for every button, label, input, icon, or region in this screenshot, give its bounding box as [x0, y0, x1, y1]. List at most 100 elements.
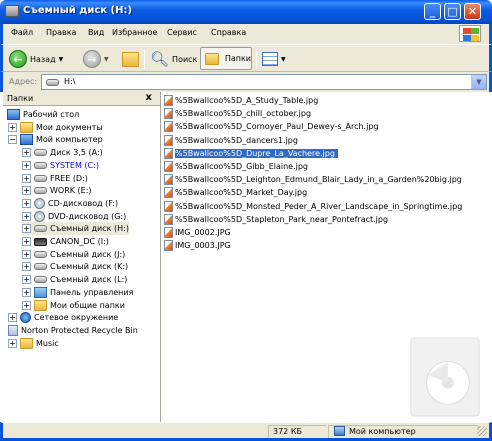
tree-item[interactable]: + Мои общие папки — [22, 299, 125, 312]
up-folder-button[interactable] — [122, 48, 142, 70]
address-field[interactable]: H:\ ▼ — [41, 74, 487, 90]
collapse-icon[interactable]: − — [8, 135, 17, 145]
minimize-button[interactable]: _ — [424, 3, 441, 20]
removable-drive-icon — [34, 276, 47, 284]
tree-item[interactable]: + DVD-дисковод (G:) — [22, 210, 126, 223]
tree-item[interactable]: + Панель управления — [22, 286, 133, 299]
expand-icon[interactable]: + — [22, 148, 31, 158]
tree-item[interactable]: Norton Protected Recycle Bin — [8, 324, 138, 337]
views-button[interactable]: ▼ — [262, 48, 286, 70]
menu-help[interactable]: Справка — [211, 28, 246, 37]
menu-tools[interactable]: Сервис — [167, 28, 197, 37]
expand-icon[interactable]: + — [22, 186, 31, 196]
file-item[interactable]: IMG_0003.JPG — [164, 239, 231, 252]
tree-item[interactable]: + CD-дисковод (F:) — [22, 197, 118, 210]
folder-icon — [205, 52, 219, 65]
file-item[interactable]: %5Bwallcoo%5D_Market_Day.jpg — [164, 186, 307, 199]
expand-icon[interactable]: + — [8, 338, 17, 348]
tree-item[interactable]: + SYSTEM (C:) — [22, 159, 99, 172]
expand-icon[interactable]: + — [22, 173, 31, 183]
removable-drive-icon — [34, 225, 47, 233]
file-item[interactable]: IMG_0002.JPG — [164, 226, 231, 239]
tree-item[interactable]: + Диск 3,5 (A:) — [22, 146, 103, 159]
tree-item-label: Диск 3,5 (A:) — [50, 148, 103, 158]
recycle-bin-icon — [8, 324, 18, 336]
back-button[interactable]: ← Назад ▼ — [9, 48, 63, 70]
forward-button[interactable]: → ▼ — [83, 48, 109, 70]
file-name: %5Bwallcoo%5D_Cornoyer_Paul_Dewey-s_Arch… — [175, 122, 379, 132]
tree-item[interactable]: + CANON_DC (I:) — [22, 235, 109, 248]
address-dropdown-button[interactable]: ▼ — [471, 75, 486, 89]
expand-icon[interactable]: + — [22, 262, 31, 272]
image-file-icon — [164, 147, 173, 159]
maximize-button[interactable]: □ — [444, 3, 461, 20]
expand-icon[interactable]: + — [22, 211, 31, 221]
image-file-icon — [164, 108, 173, 120]
expand-icon[interactable]: + — [8, 313, 17, 323]
tree-item-label: CANON_DC (I:) — [50, 237, 109, 246]
tree-item[interactable]: + Съемный диск (L:) — [22, 273, 127, 286]
expand-icon[interactable]: + — [22, 160, 31, 170]
expand-icon[interactable]: + — [22, 249, 31, 259]
removable-drive-icon — [34, 263, 47, 271]
file-name: %5Bwallcoo%5D_A_Study_Table.jpg — [175, 96, 319, 105]
expand-icon[interactable]: + — [22, 287, 31, 297]
file-name: %5Bwallcoo%5D_Gibb_Elaine.jpg — [175, 162, 309, 171]
removable-drive-icon — [46, 79, 59, 86]
drive-icon — [5, 5, 19, 17]
tree-item-label: FREE (D:) — [50, 173, 88, 183]
file-item[interactable]: %5Bwallcoo%5D_Stapleton_Park_near_Pontef… — [164, 213, 388, 226]
back-label: Назад — [30, 54, 56, 64]
tree-item[interactable]: + Сетевое окружение — [8, 311, 118, 324]
expand-icon[interactable]: + — [8, 122, 17, 132]
tree-item[interactable]: + Мои документы — [8, 121, 103, 134]
cd-icon — [34, 197, 45, 209]
window-title: Съемный диск (H:) — [23, 5, 133, 16]
menu-file[interactable]: Файл — [11, 28, 33, 37]
file-name: %5Bwallcoo%5D_Market_Day.jpg — [175, 188, 308, 198]
tree-item[interactable]: + Съемный диск (H:) — [22, 222, 129, 236]
menu-edit[interactable]: Правка — [46, 28, 76, 37]
file-item[interactable]: %5Bwallcoo%5D_Monsted_Peder_A_River_Land… — [164, 200, 462, 213]
image-file-icon — [164, 134, 173, 146]
file-item[interactable]: %5Bwallcoo%5D_Gibb_Elaine.jpg — [164, 160, 308, 173]
network-icon — [20, 312, 31, 324]
expand-icon[interactable]: + — [22, 300, 31, 310]
title-bar[interactable]: Съемный диск (H:) _ □ ✕ — [0, 0, 492, 24]
file-item[interactable]: %5Bwallcoo%5D_Dupre_La_Vachere.jpg — [164, 147, 339, 160]
tree-item[interactable]: − Мой компьютер — [8, 133, 103, 146]
address-bar: Адрес: H:\ ▼ — [0, 72, 492, 92]
file-name: %5Bwallcoo%5D_Dupre_La_Vachere.jpg — [174, 147, 339, 159]
expand-icon[interactable]: + — [22, 224, 31, 234]
file-item[interactable]: %5Bwallcoo%5D_dancers1.jpg — [164, 134, 298, 147]
tree-item-label: DVD-дисковод (G:) — [48, 211, 127, 221]
tree-item[interactable]: + WORK (E:) — [22, 184, 92, 197]
menu-view[interactable]: Вид — [88, 28, 104, 37]
chevron-down-icon: ▼ — [104, 55, 109, 63]
menu-favorites[interactable]: Избранное — [112, 28, 157, 37]
tree-item[interactable]: + Music — [8, 337, 59, 350]
expand-icon[interactable]: + — [22, 198, 31, 208]
tree-item[interactable]: + Съемный диск (J:) — [22, 248, 125, 261]
tree-item[interactable]: + Съемный диск (K:) — [22, 260, 128, 273]
file-name: %5Bwallcoo%5D_chill_october.jpg — [175, 109, 312, 119]
tree-item-label: Панель управления — [50, 287, 134, 297]
image-file-icon — [164, 174, 173, 186]
tree-item-label: WORK (E:) — [50, 186, 92, 196]
search-button[interactable]: 🔍︎ Поиск — [150, 48, 197, 70]
expand-icon[interactable]: + — [22, 275, 31, 285]
close-button[interactable]: ✕ — [464, 3, 481, 20]
tree-item[interactable]: Рабочий стол — [7, 108, 79, 121]
file-item[interactable]: %5Bwallcoo%5D_Leighton_Edmund_Blair_Lady… — [164, 173, 462, 186]
removable-drive-icon — [34, 250, 47, 258]
status-bar: 372 КБ Мой компьютер — [0, 422, 492, 441]
file-item[interactable]: %5Bwallcoo%5D_chill_october.jpg — [164, 107, 311, 120]
file-item[interactable]: %5Bwallcoo%5D_A_Study_Table.jpg — [164, 94, 318, 107]
resize-grip[interactable] — [477, 426, 487, 436]
folders-button[interactable]: Папки — [200, 47, 252, 70]
expand-icon[interactable]: + — [22, 237, 31, 246]
windows-logo-icon — [459, 25, 481, 42]
tree-item[interactable]: + FREE (D:) — [22, 172, 88, 185]
file-item[interactable]: %5Bwallcoo%5D_Cornoyer_Paul_Dewey-s_Arch… — [164, 120, 378, 133]
close-pane-button[interactable]: x — [146, 92, 152, 103]
